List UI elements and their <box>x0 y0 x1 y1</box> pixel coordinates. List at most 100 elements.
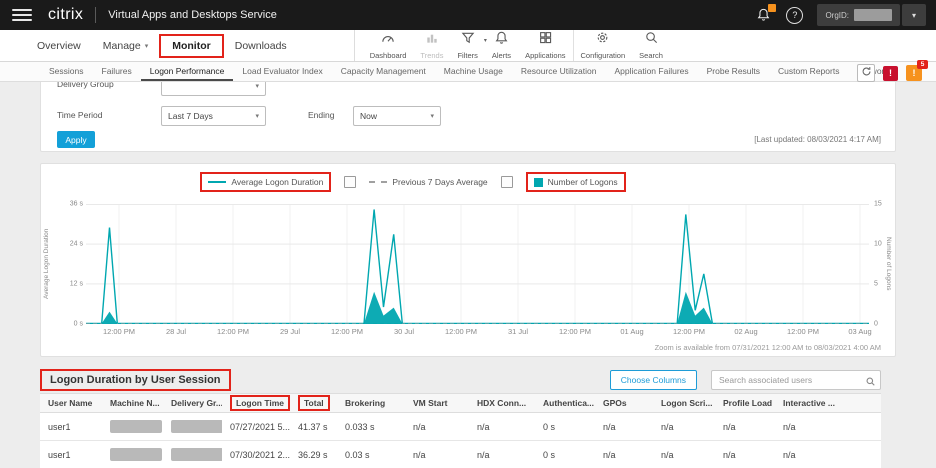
nav-label: Manage <box>103 40 141 52</box>
tool-label: Configuration <box>581 51 626 60</box>
nav-item-monitor[interactable]: Monitor <box>159 34 224 58</box>
x-tick-label: 29 Jul <box>280 327 300 336</box>
column-header-profile-load[interactable]: Profile Load <box>715 394 775 413</box>
nav-tool-filters[interactable]: ▾ Filters <box>450 30 484 61</box>
table-cell: 07/30/2021 2... <box>222 441 290 468</box>
tool-label: Search <box>639 51 663 60</box>
column-header-logon-time[interactable]: Logon Time <box>222 394 290 413</box>
legend-previous-7-days-average[interactable]: Previous 7 Days Average <box>369 177 487 187</box>
table-cell: n/a <box>405 441 469 468</box>
subtab-logon-performance[interactable]: Logon Performance <box>141 62 234 81</box>
monitor-subtabs: SessionsFailuresLogon PerformanceLoad Ev… <box>0 62 936 82</box>
table-cell: n/a <box>469 441 535 468</box>
table-row[interactable]: user107/30/2021 2...36.29 s0.03 sn/an/a0… <box>40 441 881 468</box>
delivery-group-label: Delivery Group <box>57 82 114 89</box>
column-header-delivery-gr[interactable]: Delivery Gr... <box>163 394 222 413</box>
nav-tool-alerts[interactable]: Alerts <box>485 30 518 61</box>
nav-tool-configuration[interactable]: Configuration <box>573 30 633 61</box>
subtab-resource-utilization[interactable]: Resource Utilization <box>512 62 606 81</box>
column-header-user-name[interactable]: User Name <box>40 394 102 413</box>
column-header-total[interactable]: Total <box>290 394 337 413</box>
apply-button[interactable]: Apply <box>57 131 95 148</box>
chevron-down-icon: ▾ <box>145 42 149 50</box>
table-cell: 0 s <box>535 441 595 468</box>
column-header-brokering[interactable]: Brokering <box>337 394 405 413</box>
legend-number-of-logons[interactable]: Number of Logons <box>526 172 626 192</box>
nav-tool-trends[interactable]: Trends <box>413 30 450 61</box>
main-nav: Overview Manage ▾ Monitor Downloads Dashb… <box>0 30 936 62</box>
delivery-group-select[interactable]: ▾ <box>161 82 266 96</box>
app-window: citrix Virtual Apps and Desktops Service… <box>0 0 936 468</box>
column-header-hdx-conn[interactable]: HDX Conn... <box>469 394 535 413</box>
time-period-label: Time Period <box>57 110 103 120</box>
trends-icon <box>424 30 440 50</box>
subtab-sessions[interactable]: Sessions <box>40 62 93 81</box>
menu-icon[interactable] <box>12 5 32 25</box>
time-period-value: Last 7 Days <box>168 111 213 121</box>
table-cell: n/a <box>715 413 775 441</box>
subtab-probe-results[interactable]: Probe Results <box>698 62 769 81</box>
y-tick-label: 0 <box>874 321 878 328</box>
table-cell: n/a <box>775 441 881 468</box>
table-cell: n/a <box>405 413 469 441</box>
error-alert-icon[interactable] <box>883 66 898 81</box>
time-period-select[interactable]: Last 7 Days ▾ <box>161 106 266 126</box>
column-header-interactive[interactable]: Interactive ... <box>775 394 881 413</box>
filter-icon <box>460 30 476 50</box>
column-header-authentica[interactable]: Authentica... <box>535 394 595 413</box>
column-header-gpos[interactable]: GPOs <box>595 394 653 413</box>
applications-grid-icon <box>538 30 553 50</box>
nav-tool-applications[interactable]: Applications <box>518 30 572 61</box>
column-header-logon-scri[interactable]: Logon Scri... <box>653 394 715 413</box>
left-axis-title: Average Logon Duration <box>43 204 50 324</box>
choose-columns-button[interactable]: Choose Columns <box>610 370 697 390</box>
x-axis-ticks: 12:00 PM28 Jul12:00 PM29 Jul12:00 PM30 J… <box>86 327 869 337</box>
table-cell: n/a <box>653 413 715 441</box>
tool-label: Filters <box>457 51 477 60</box>
legend-average-logon-duration[interactable]: Average Logon Duration <box>200 172 331 192</box>
ending-value: Now <box>360 111 377 121</box>
table-cell: 0.033 s <box>337 413 405 441</box>
nav-item-manage[interactable]: Manage ▾ <box>92 36 159 56</box>
filter-panel: Delivery Group ▾ Time Period Last 7 Days… <box>40 82 896 152</box>
redacted-value <box>171 420 222 433</box>
legend-checkbox-previous-7-days[interactable] <box>344 176 356 188</box>
subtab-capacity-management[interactable]: Capacity Management <box>332 62 435 81</box>
redacted-org-id <box>854 9 892 21</box>
table-cell: 41.37 s <box>290 413 337 441</box>
nav-item-downloads[interactable]: Downloads <box>224 36 298 56</box>
y-tick-label: 12 s <box>70 281 83 288</box>
search-input[interactable] <box>711 370 881 390</box>
subtab-failures[interactable]: Failures <box>93 62 141 81</box>
help-button[interactable] <box>786 7 803 24</box>
account-menu-button[interactable]: ▾ <box>902 4 926 26</box>
subtab-machine-usage[interactable]: Machine Usage <box>435 62 512 81</box>
ending-label: Ending <box>308 110 334 120</box>
column-header-vm-start[interactable]: VM Start <box>405 394 469 413</box>
table-row[interactable]: user107/27/2021 5...41.37 s0.033 sn/an/a… <box>40 413 881 441</box>
nav-tool-dashboard[interactable]: Dashboard <box>363 30 414 61</box>
subtab-application-failures[interactable]: Application Failures <box>605 62 697 81</box>
org-id-box: OrgID: <box>817 4 900 26</box>
table-cell: n/a <box>595 413 653 441</box>
nav-item-overview[interactable]: Overview <box>26 36 92 56</box>
x-tick-label: 12:00 PM <box>103 327 135 336</box>
notifications-button[interactable] <box>756 7 772 23</box>
user-sessions-table: User NameMachine N...Delivery Gr...Logon… <box>40 393 881 468</box>
legend-checkbox-number-of-logons[interactable] <box>501 176 513 188</box>
table-cell: 0 s <box>535 413 595 441</box>
refresh-button[interactable] <box>857 64 875 82</box>
subtab-load-evaluator-index[interactable]: Load Evaluator Index <box>233 62 331 81</box>
subtab-custom-reports[interactable]: Custom Reports <box>769 62 848 81</box>
zoom-availability-note: Zoom is available from 07/31/2021 12:00 … <box>655 343 881 352</box>
warning-alert-icon[interactable]: 5 <box>906 65 922 81</box>
nav-tool-search[interactable]: Search <box>632 30 670 61</box>
ending-select[interactable]: Now ▾ <box>353 106 441 126</box>
column-header-machine-n[interactable]: Machine N... <box>102 394 163 413</box>
x-tick-label: 03 Aug <box>848 327 871 336</box>
notification-badge <box>768 4 776 12</box>
table-cell: n/a <box>653 441 715 468</box>
chart-plot-area[interactable] <box>86 204 869 324</box>
square-swatch-icon <box>534 178 543 187</box>
y-tick-label: 10 <box>874 241 882 248</box>
